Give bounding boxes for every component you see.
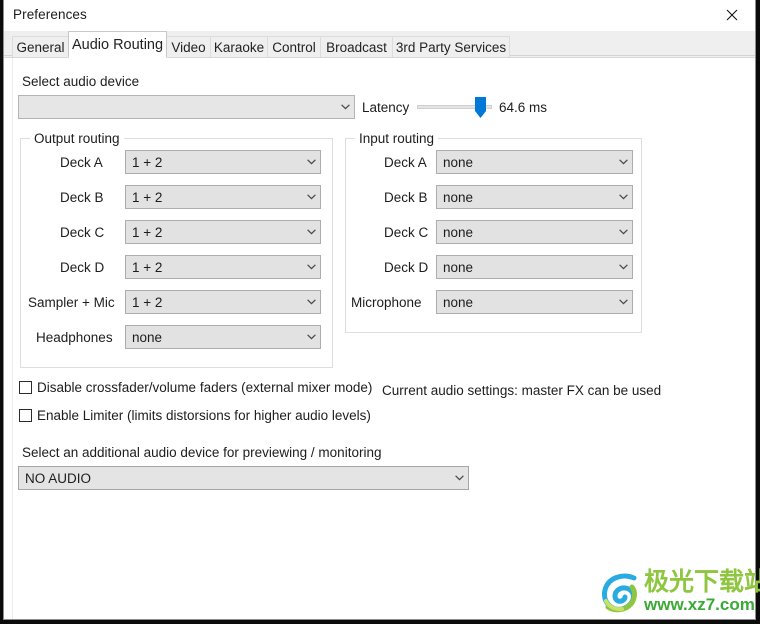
enable-limiter-checkbox[interactable] [19,409,32,422]
output-deck-c-value: 1 + 2 [132,224,163,240]
window-title: Preferences [13,7,87,22]
tab-label: Video [171,39,206,55]
latency-slider-thumb[interactable] [475,97,486,118]
output-deck-a-label: Deck A [60,155,103,170]
output-deck-b-label: Deck B [60,190,104,205]
close-button[interactable] [709,0,755,30]
output-headphones-select[interactable]: none [125,325,321,349]
chevron-down-icon [302,194,320,200]
output-sampler-mic-select[interactable]: 1 + 2 [125,290,321,314]
select-audio-device-label: Select audio device [22,74,140,89]
audio-device-select[interactable] [18,95,355,119]
output-sampler-mic-value: 1 + 2 [132,294,163,310]
title-bar: Preferences [4,0,755,32]
tab-label: Control [272,39,316,55]
input-routing-group: Input routing Deck A none Deck B none De… [345,131,642,333]
output-deck-d-value: 1 + 2 [132,259,163,275]
window-bottom-border [0,620,760,624]
input-deck-b-label: Deck B [384,190,428,205]
chevron-down-icon [614,264,632,270]
tab-label: Broadcast [326,39,387,55]
output-deck-a-value: 1 + 2 [132,154,163,170]
chevron-down-icon [614,194,632,200]
preview-device-value: NO AUDIO [25,470,92,486]
output-sampler-mic-label: Sampler + Mic [28,295,115,310]
tab-general[interactable]: General [12,36,69,57]
output-deck-c-select[interactable]: 1 + 2 [125,220,321,244]
enable-limiter-checkbox-row[interactable]: Enable Limiter (limits distorsions for h… [19,408,371,423]
slider-thumb-icon [475,97,486,118]
output-headphones-label: Headphones [36,330,113,345]
chevron-down-icon [336,104,354,110]
input-deck-d-select[interactable]: none [436,255,633,279]
chevron-down-icon [302,299,320,305]
preferences-window: Preferences General Audio Routing Video [3,0,756,620]
tab-label: Audio Routing [71,36,164,53]
tab-bar: General Audio Routing Video Karaoke Cont… [4,31,755,58]
latency-slider[interactable] [417,97,492,118]
output-deck-b-select[interactable]: 1 + 2 [125,185,321,209]
tab-label: General [16,39,65,55]
chevron-down-icon [302,159,320,165]
tab-control[interactable]: Control [267,36,321,57]
input-deck-b-value: none [443,189,474,205]
chevron-down-icon [614,299,632,305]
input-deck-c-select[interactable]: none [436,220,633,244]
window-right-border [756,0,760,624]
input-microphone-value: none [443,294,474,310]
enable-limiter-label: Enable Limiter (limits distorsions for h… [37,408,371,423]
tab-audio-routing[interactable]: Audio Routing [68,31,167,58]
output-routing-title: Output routing [30,131,124,146]
output-deck-b-value: 1 + 2 [132,189,163,205]
chevron-down-icon [302,264,320,270]
tab-karaoke[interactable]: Karaoke [210,36,268,57]
preview-device-label: Select an additional audio device for pr… [22,445,382,460]
chevron-down-icon [614,229,632,235]
panel-inner-divider [12,58,13,619]
disable-crossfader-checkbox[interactable] [19,381,32,394]
disable-crossfader-checkbox-row[interactable]: Disable crossfader/volume faders (extern… [19,380,372,395]
input-microphone-label: Microphone [351,295,422,310]
input-microphone-select[interactable]: none [436,290,633,314]
input-deck-c-label: Deck C [384,225,429,240]
preview-device-select[interactable]: NO AUDIO [18,466,469,490]
tab-broadcast[interactable]: Broadcast [320,36,393,57]
output-deck-a-select[interactable]: 1 + 2 [125,150,321,174]
input-routing-title: Input routing [355,131,439,146]
disable-crossfader-label: Disable crossfader/volume faders (extern… [37,380,373,395]
output-headphones-value: none [132,329,163,345]
tab-video[interactable]: Video [166,36,211,57]
chevron-down-icon [450,475,468,481]
input-deck-a-select[interactable]: none [436,150,633,174]
tab-label: Karaoke [213,39,265,55]
output-deck-c-label: Deck C [60,225,105,240]
latency-value: 64.6 ms [499,100,548,115]
chevron-down-icon [614,159,632,165]
tab-label: 3rd Party Services [395,39,507,55]
input-deck-d-label: Deck D [384,260,429,275]
input-deck-c-value: none [443,224,474,240]
audio-routing-panel: Select audio device Latency 64.6 ms Outp… [4,57,755,619]
chevron-down-icon [302,229,320,235]
output-routing-group: Output routing Deck A 1 + 2 Deck B 1 + 2… [20,131,333,368]
screenshot-root: Preferences General Audio Routing Video [0,0,760,624]
input-deck-d-value: none [443,259,474,275]
input-deck-a-value: none [443,154,474,170]
close-icon [726,9,738,21]
input-deck-a-label: Deck A [384,155,427,170]
current-audio-settings-status: Current audio settings: master FX can be… [382,383,662,398]
chevron-down-icon [302,334,320,340]
latency-label: Latency [362,100,410,115]
output-deck-d-select[interactable]: 1 + 2 [125,255,321,279]
output-deck-d-label: Deck D [60,260,105,275]
input-deck-b-select[interactable]: none [436,185,633,209]
tab-3rd-party-services[interactable]: 3rd Party Services [392,36,510,57]
